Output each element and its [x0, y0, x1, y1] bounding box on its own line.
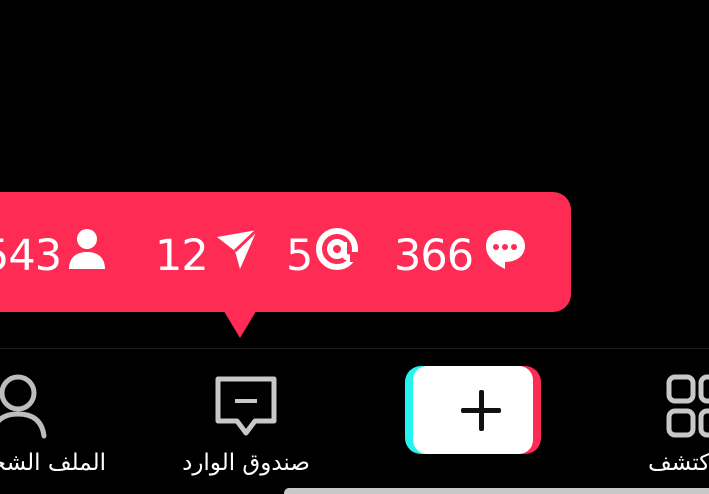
shares-stat[interactable]: 12 [155, 228, 260, 284]
tab-bar-divider [0, 348, 709, 349]
followers-count: 543 [0, 231, 62, 281]
comment-bubble-icon [483, 227, 527, 285]
inbox-message-icon[interactable] [213, 374, 279, 444]
mentions-count: 5 [286, 231, 313, 281]
tab-inbox-label[interactable]: صندوق الوارد [170, 446, 322, 480]
person-icon [67, 227, 107, 285]
tab-profile-label[interactable]: الملف الشخصي [0, 446, 106, 480]
plus-icon-vertical [478, 390, 484, 431]
screen: 543 12 5 366 [0, 0, 709, 494]
followers-stat[interactable]: 543 [0, 228, 107, 284]
grid-icon[interactable] [666, 374, 709, 442]
comments-count: 366 [394, 231, 474, 281]
mentions-stat[interactable]: 5 [286, 226, 361, 286]
create-button-face [413, 366, 533, 454]
send-arrow-icon [214, 227, 260, 285]
notification-pointer [222, 308, 258, 338]
shares-count: 12 [155, 231, 209, 281]
create-button[interactable] [405, 366, 541, 454]
tab-discover-label[interactable]: اكتشف [648, 446, 709, 480]
comments-stat[interactable]: 366 [394, 228, 527, 284]
profile-person-icon[interactable] [0, 372, 52, 444]
home-indicator[interactable] [284, 488, 709, 494]
at-icon [314, 226, 361, 286]
